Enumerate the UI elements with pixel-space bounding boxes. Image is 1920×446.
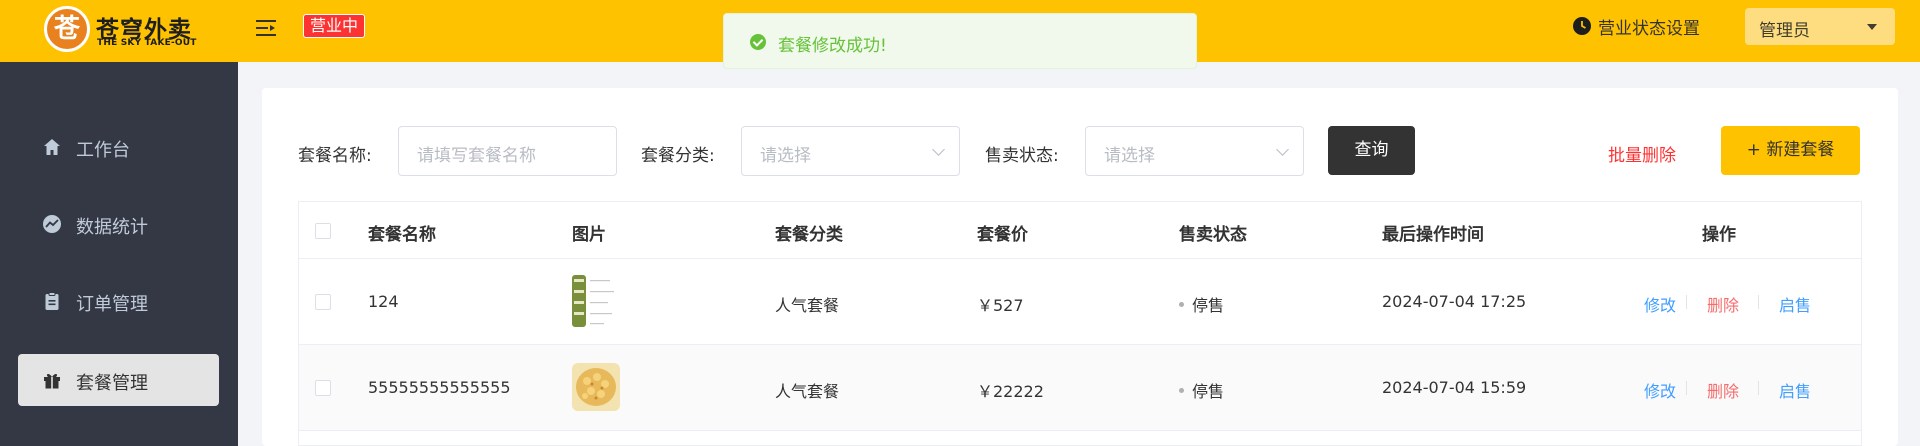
sidebar-item-combo-management[interactable]: 套餐管理 [18,354,219,406]
sidebar-item-label: 订单管理 [76,294,148,315]
status-dot-icon [1179,388,1184,393]
sidebar-item-orders[interactable]: 订单管理 [18,275,219,327]
sidebar-item-workbench[interactable]: 工作台 [18,121,219,173]
combo-name-placeholder: 请填写套餐名称 [417,146,536,166]
combo-category-select[interactable]: 请选择 [741,126,960,176]
divider [1758,381,1759,395]
table-row: 124 人气套餐 ￥527 停售 2024-07-04 17:25 修改 删除 … [299,259,1861,345]
clock-icon [1573,17,1591,35]
business-status-setting-label: 营业状态设置 [1598,18,1700,39]
home-icon [44,139,60,155]
row-checkbox[interactable] [315,294,331,310]
sale-status-label: 售卖状态: [985,146,1059,166]
combo-image [572,271,620,331]
divider [1758,295,1759,309]
delete-link[interactable]: 删除 [1707,378,1739,402]
select-all-checkbox[interactable] [315,223,331,239]
combo-name: 124 [368,292,399,311]
clipboard-icon [45,292,59,310]
divider [1686,295,1687,309]
combo-name: 55555555555555 [368,378,511,397]
enable-sale-link[interactable]: 启售 [1779,378,1811,402]
sale-status-placeholder: 请选择 [1104,146,1155,166]
column-header: 套餐价 [977,225,1028,245]
main-content-card: 套餐名称: 请填写套餐名称 套餐分类: 请选择 售卖状态: 请选择 查询 批量删… [262,88,1898,446]
success-toast: 套餐修改成功! [723,13,1197,69]
caret-down-icon [1867,24,1877,30]
menu-toggle-icon[interactable] [255,17,277,39]
combo-price: ￥22222 [977,382,1044,401]
sale-status-text: 停售 [1192,296,1225,315]
column-header: 操作 [1702,225,1736,245]
combo-category: 人气套餐 [775,382,840,401]
column-header: 套餐名称 [368,225,436,245]
chevron-down-icon [1276,143,1289,156]
sidebar-item-statistics[interactable]: 数据统计 [18,198,219,250]
batch-delete-button[interactable]: 批量删除 [1608,141,1676,166]
combo-category-placeholder: 请选择 [760,146,811,166]
user-name: 管理员 [1759,21,1810,41]
combo-name-input[interactable]: 请填写套餐名称 [398,126,617,176]
delete-link[interactable]: 删除 [1707,292,1739,316]
row-checkbox[interactable] [315,380,331,396]
query-button[interactable]: 查询 [1328,126,1415,175]
sale-status-select[interactable]: 请选择 [1085,126,1304,176]
combo-name-label: 套餐名称: [298,146,372,166]
app-logo: 苍 苍穹外卖 THE SKY TAKE-OUT [44,6,204,54]
sidebar-item-label: 工作台 [76,140,130,161]
table-row: 55555555555555 人气套餐 ￥22222 停售 2024-07-04… [299,345,1861,431]
sidebar: 工作台 数据统计 订单管理 套餐管理 [0,62,238,446]
column-header: 套餐分类 [775,225,843,245]
divider [1686,381,1687,395]
status-dot-icon [1179,302,1184,307]
logo-subtitle: THE SKY TAKE-OUT [97,38,197,48]
combo-price: ￥527 [977,296,1024,315]
toast-message: 套餐修改成功! [778,36,887,56]
check-circle-icon [750,34,766,50]
edit-link[interactable]: 修改 [1644,292,1676,316]
sale-status-text: 停售 [1192,382,1225,401]
chart-icon [43,215,61,233]
column-header: 图片 [572,225,606,245]
business-status-setting-button[interactable]: 营业状态设置 [1572,14,1700,39]
combo-category-label: 套餐分类: [641,146,715,166]
combo-image [572,363,620,411]
gift-icon [44,373,60,389]
column-header: 最后操作时间 [1382,225,1484,245]
table-header-row: 套餐名称 图片 套餐分类 套餐价 售卖状态 最后操作时间 操作 [299,202,1861,259]
sidebar-item-label: 套餐管理 [76,373,148,394]
user-dropdown[interactable]: 管理员 [1745,8,1895,45]
combo-category: 人气套餐 [775,296,840,315]
new-combo-button[interactable]: + 新建套餐 [1721,126,1860,175]
sale-status: 停售 [1179,292,1224,316]
sale-status: 停售 [1179,378,1224,402]
sidebar-item-label: 数据统计 [76,217,148,238]
column-header: 售卖状态 [1179,225,1247,245]
logo-mark: 苍 [44,6,90,52]
chevron-down-icon [932,143,945,156]
last-modified-time: 2024-07-04 15:59 [1382,378,1527,397]
business-status-badge: 营业中 [303,14,366,38]
enable-sale-link[interactable]: 启售 [1779,292,1811,316]
last-modified-time: 2024-07-04 17:25 [1382,292,1527,311]
combo-table: 套餐名称 图片 套餐分类 套餐价 售卖状态 最后操作时间 操作 124 人气套餐… [298,201,1862,446]
edit-link[interactable]: 修改 [1644,378,1676,402]
